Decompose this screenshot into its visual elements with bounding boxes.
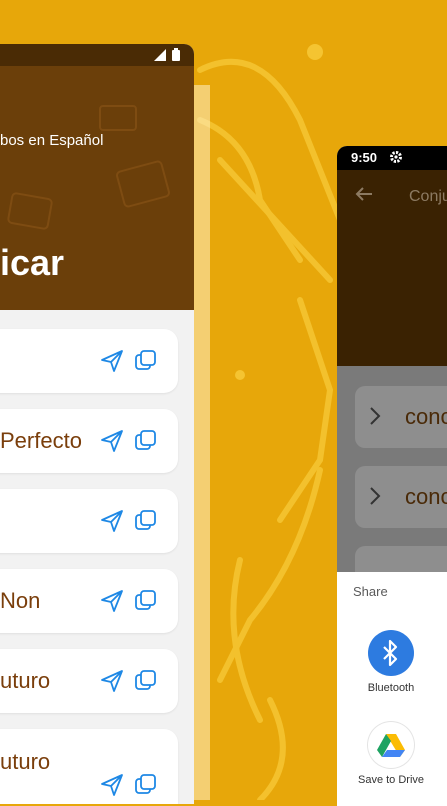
- list-item-label: conc: [405, 484, 447, 509]
- status-time: 9:50: [351, 150, 378, 165]
- screen-title: Conju: [409, 188, 447, 205]
- doodle-dot: [307, 44, 323, 60]
- back-arrow-icon[interactable]: [355, 186, 373, 202]
- list-item[interactable]: conc: [355, 386, 447, 448]
- google-drive-icon: [377, 734, 405, 757]
- share-sheet: Share Bluetooth Save to Drive: [337, 572, 447, 806]
- status-bar: [0, 44, 194, 66]
- chevron-right-icon: [370, 407, 381, 425]
- left-phone-screen: bos en Español icar Perfecto Non uturo u…: [0, 44, 194, 804]
- gear-icon: [390, 151, 402, 163]
- share-target-bluetooth[interactable]: Bluetooth: [346, 630, 436, 694]
- copy-icon[interactable]: [134, 509, 158, 533]
- tense-card[interactable]: Non: [0, 569, 178, 633]
- signal-icon: [154, 48, 166, 61]
- glow-strip: [194, 85, 210, 800]
- share-target-drive[interactable]: Save to Drive: [346, 722, 436, 786]
- tense-card[interactable]: uturo: [0, 729, 178, 804]
- dimmed-content: conc conc: [337, 366, 447, 608]
- tense-label: uturo: [0, 668, 51, 693]
- share-title: Share: [353, 584, 388, 599]
- share-target-label: Bluetooth: [367, 682, 415, 694]
- send-icon[interactable]: [100, 429, 124, 453]
- copy-icon[interactable]: [134, 773, 158, 797]
- copy-icon[interactable]: [134, 349, 158, 373]
- send-icon[interactable]: [100, 349, 124, 373]
- battery-icon: [172, 48, 180, 61]
- copy-icon[interactable]: [134, 429, 158, 453]
- send-icon[interactable]: [100, 773, 124, 797]
- right-phone-screen: 9:50 Conju conc conc Share Bluetooth Sav…: [337, 146, 447, 806]
- app-header: bos en Español icar: [0, 66, 194, 310]
- app-header: Conju: [337, 170, 447, 366]
- tense-card[interactable]: Perfecto: [0, 409, 178, 473]
- list-item[interactable]: conc: [355, 466, 447, 528]
- send-icon[interactable]: [100, 589, 124, 613]
- share-target-label: Save to Drive: [357, 774, 425, 786]
- tense-card[interactable]: [0, 489, 178, 553]
- tense-label: Non: [0, 588, 41, 613]
- copy-icon[interactable]: [134, 589, 158, 613]
- tense-card[interactable]: uturo: [0, 649, 178, 713]
- status-bar: 9:50: [337, 146, 447, 170]
- chevron-right-icon: [370, 487, 381, 505]
- send-icon[interactable]: [100, 669, 124, 693]
- tense-card[interactable]: [0, 329, 178, 393]
- send-icon[interactable]: [100, 509, 124, 533]
- copy-icon[interactable]: [134, 669, 158, 693]
- page-heading: icar: [0, 242, 65, 283]
- bluetooth-icon: [383, 639, 398, 667]
- list-item-label: conc: [405, 404, 447, 429]
- tense-label: Perfecto: [0, 428, 82, 453]
- tense-label: uturo: [0, 749, 51, 774]
- app-name: bos en Español: [0, 132, 104, 149]
